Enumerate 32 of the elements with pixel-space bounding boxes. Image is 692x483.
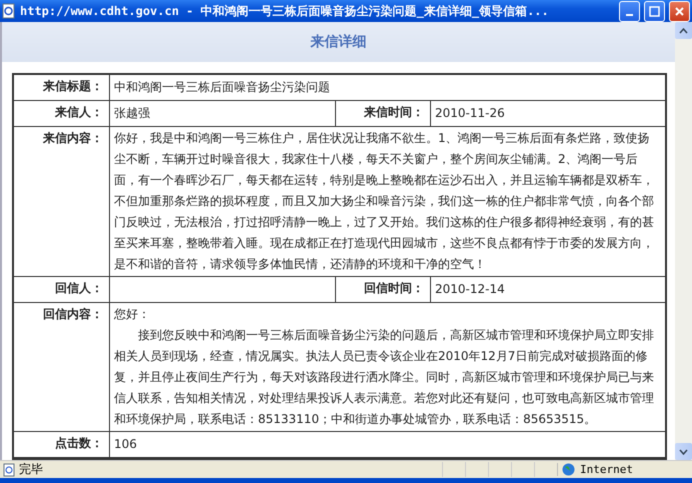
scroll-up-icon[interactable] [675, 22, 692, 39]
click-count: 106 [110, 432, 665, 458]
field-label: 回信内容： [43, 306, 103, 323]
reply-paragraph: 接到您反映中和鸿阁一号三栋后面噪音扬尘污染的问题后，高新区城市管理和环境保护局立即安排相关人员到现场，经查，情况属实。执法人员已责令该企业在2010年12月7日前完成对破损路面的修复，并且停止夜间生产行为，每天对该路段进行洒水降尘。同时，高新区城市管理和环境保护局已与来信人联系，告知相关情况，对处理结果投诉人表示满意。若您对此还有疑问，也可致电高新区城市管理和环境保护局，联系电话：85133110；中和街道办事处城管办，联系电话：85653515。 [114, 327, 655, 428]
maximize-button[interactable] [644, 0, 665, 22]
vertical-scrollbar[interactable] [675, 22, 692, 460]
reply-paragraph: 您好： [114, 306, 151, 323]
sender-name: 张越强 [110, 101, 336, 127]
field-label: 来信时间： [364, 104, 424, 121]
close-button[interactable] [669, 0, 690, 22]
scroll-down-icon[interactable] [675, 443, 692, 460]
window-title: http://www.cdht.gov.cn - 中和鸿阁一号三栋后面噪音扬尘污染问题_来信详细_领导信箱... [20, 2, 550, 20]
page-heading: 来信详细 [310, 33, 366, 51]
close-icon [674, 6, 685, 16]
maximize-icon [649, 6, 660, 16]
letter-title: 中和鸿阁一号三栋后面噪音扬尘污染问题 [110, 75, 665, 101]
letter-content: 你好，我是中和鸿阁一号三栋住户，居住状况让我痛不欲生。1、鸿阁一号三栋后面有条烂路，致使扬尘不断，车辆开过时噪音很大，我家住十八楼，每天不关窗户，整个房间灰尘铺满。2、鸿阁一号后面，有一个春晖沙石厂，每天都在运转，特别是晚上整晚都在运沙石出入，并且运输车辆都是双桥车，不但加重那条烂路的损坏程度，而且又加大扬尘和噪音污染，我们这一栋的住户都非常气愤，向各个部门反映过，无法根治，打过招呼清静一晚上，过了又开始。我们这栋的住户很多都得神经衰弱，有的甚至买来耳塞，整晚带着入睡。现在成都正在打造现代田园城市，这些不良点都有悖于市委的发展方向，是不和谐的音符，请求领导多体恤民情，还清静的环境和干净的空气！ [110, 127, 665, 277]
reply-date: 2010-12-14 [431, 277, 665, 303]
field-label: 回信时间： [364, 280, 424, 297]
page-icon [3, 462, 16, 476]
minimize-icon [626, 14, 633, 16]
field-label: 来信标题： [43, 78, 103, 95]
minimize-button[interactable] [619, 0, 640, 22]
field-label: 点击数： [55, 435, 103, 452]
security-zone: Internet [580, 463, 633, 476]
field-label: 来信内容： [43, 130, 103, 147]
globe-icon [562, 463, 575, 476]
page-icon [2, 3, 16, 19]
field-label: 回信人： [55, 280, 103, 297]
sent-date: 2010-11-26 [431, 101, 665, 127]
field-label: 来信人： [55, 104, 103, 121]
status-text: 完毕 [19, 461, 43, 478]
